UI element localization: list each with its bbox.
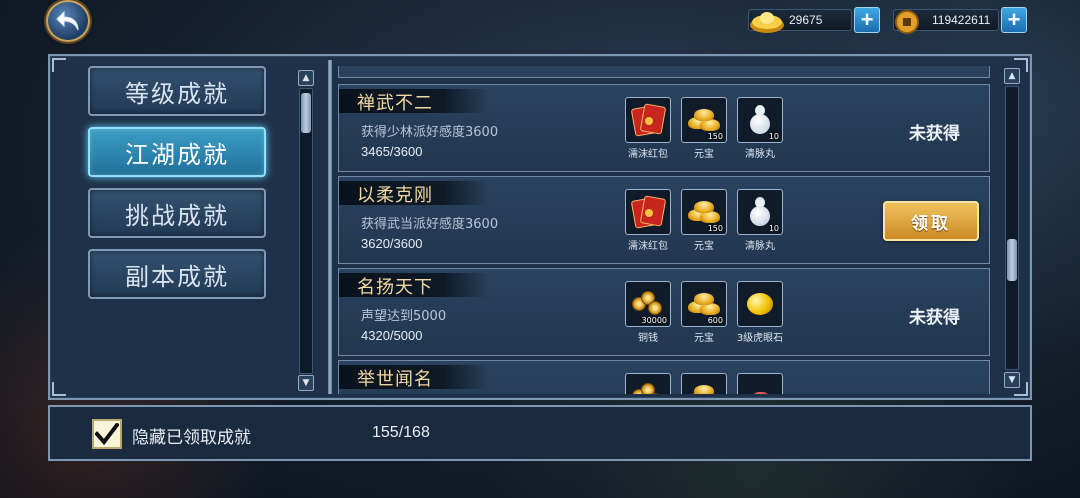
achievement-progress: 4320/5000 (361, 328, 423, 343)
category-tab-jianghu[interactable]: 江湖成就 (88, 127, 266, 177)
reward-name: 清脉丸 (745, 149, 775, 160)
reward-item[interactable]: 3级虎眼石 (737, 281, 783, 344)
copper-coins-icon (630, 289, 666, 319)
reward-quantity: 150 (707, 132, 723, 141)
category-scroll-thumb[interactable] (301, 93, 311, 133)
achievement-description: 获得武当派好感度3600 (361, 217, 499, 232)
category-label: 副本成就 (125, 262, 229, 291)
achievement-card: 以柔克刚 获得武当派好感度3600 3620/3600 濡沫红包 150 元宝 (338, 176, 990, 264)
achievement-total-count: 155/168 (372, 424, 430, 441)
achievement-title: 以柔克刚 (357, 185, 433, 206)
reward-item[interactable]: 10 清脉丸 (737, 97, 783, 160)
achievement-title: 名扬天下 (357, 277, 433, 298)
category-scrollbar[interactable] (299, 88, 313, 374)
category-scroll-down-button[interactable]: ▼ (298, 375, 314, 391)
achievement-panel: 等级成就 江湖成就 挑战成就 副本成就 ▲ ▼ 禅武不二 获得少林派好感度360… (48, 54, 1032, 400)
achievement-card: 名扬天下 声望达到5000 4320/5000 30000 铜钱 600 元宝 … (338, 268, 990, 356)
back-arrow-icon (56, 10, 79, 31)
reward-name: 清脉丸 (745, 241, 775, 252)
add-coin-button[interactable]: + (1001, 7, 1027, 33)
red-gem-icon (752, 392, 770, 394)
tiger-eye-stone-icon (747, 293, 773, 315)
add-gold-ingot-button[interactable]: + (854, 7, 880, 33)
reward-item[interactable]: 10 清脉丸 (737, 189, 783, 252)
achievement-description: 获得少林派好感度3600 (361, 125, 499, 140)
red-packet-icon (630, 103, 667, 137)
category-label: 等级成就 (125, 79, 229, 108)
reward-item[interactable]: 30000 铜钱 (625, 281, 671, 344)
achievement-card: 禅武不二 获得少林派好感度3600 3465/3600 濡沫红包 150 元宝 (338, 84, 990, 172)
gold-ingot-icon (686, 199, 722, 225)
checkmark-icon (95, 423, 119, 445)
achievement-status: 未获得 (909, 124, 960, 144)
achievement-title: 举世闻名 (357, 369, 433, 390)
reward-item[interactable]: 600 元宝 (681, 281, 727, 344)
achievement-card: 举世闻名 (338, 360, 990, 394)
category-label: 挑战成就 (125, 201, 229, 230)
list-scroll-thumb[interactable] (1007, 239, 1017, 281)
list-scrollbar[interactable] (1005, 86, 1019, 370)
achievement-title: 禅武不二 (357, 93, 433, 114)
list-scroll-up-button[interactable]: ▲ (1004, 68, 1020, 84)
reward-item[interactable]: 濡沫红包 (625, 97, 671, 160)
achievement-description: 声望达到5000 (361, 309, 447, 324)
reward-quantity: 150 (707, 224, 723, 233)
achievement-list[interactable]: 禅武不二 获得少林派好感度3600 3465/3600 濡沫红包 150 元宝 (338, 66, 998, 394)
previous-card-edge (338, 66, 990, 78)
category-list: 等级成就 江湖成就 挑战成就 副本成就 ▲ ▼ (58, 62, 314, 392)
reward-name: 3级虎眼石 (736, 333, 784, 344)
gold-ingot-icon (750, 12, 784, 33)
red-packet-icon (630, 195, 667, 229)
gold-ingot-icon (686, 107, 722, 133)
copper-coins-icon (630, 381, 666, 394)
achievement-progress: 3620/3600 (361, 236, 423, 251)
achievement-progress: 3465/3600 (361, 144, 423, 159)
bottom-bar: 隐藏已领取成就 155/168 (48, 405, 1032, 461)
back-button[interactable] (46, 0, 90, 42)
gold-ingot-currency: 29675 + (748, 6, 882, 34)
reward-item[interactable]: 150 元宝 (681, 97, 727, 160)
category-label: 江湖成就 (125, 140, 229, 169)
reward-item[interactable] (737, 373, 783, 394)
reward-quantity: 10 (768, 224, 779, 233)
hide-claimed-label: 隐藏已领取成就 (132, 428, 251, 448)
panel-divider (328, 60, 332, 394)
hide-claimed-checkbox[interactable] (92, 419, 122, 449)
copper-coin-icon (895, 10, 919, 34)
coin-currency: 119422611 + (893, 6, 1027, 34)
gold-ingot-icon (686, 291, 722, 317)
category-tab-dungeon[interactable]: 副本成就 (88, 249, 266, 299)
reward-item[interactable]: 濡沫红包 (625, 189, 671, 252)
reward-item[interactable] (625, 373, 671, 394)
reward-item[interactable]: 150 元宝 (681, 189, 727, 252)
reward-quantity: 30000 (641, 316, 667, 325)
category-tab-challenge[interactable]: 挑战成就 (88, 188, 266, 238)
reward-quantity: 600 (707, 316, 723, 325)
category-tab-level[interactable]: 等级成就 (88, 66, 266, 116)
gold-ingot-icon (686, 383, 722, 394)
reward-item[interactable] (681, 373, 727, 394)
reward-quantity: 10 (768, 132, 779, 141)
category-scroll-up-button[interactable]: ▲ (298, 70, 314, 86)
claim-button[interactable]: 领取 (883, 201, 979, 241)
achievement-status: 未获得 (909, 308, 960, 328)
list-scroll-down-button[interactable]: ▼ (1004, 372, 1020, 388)
